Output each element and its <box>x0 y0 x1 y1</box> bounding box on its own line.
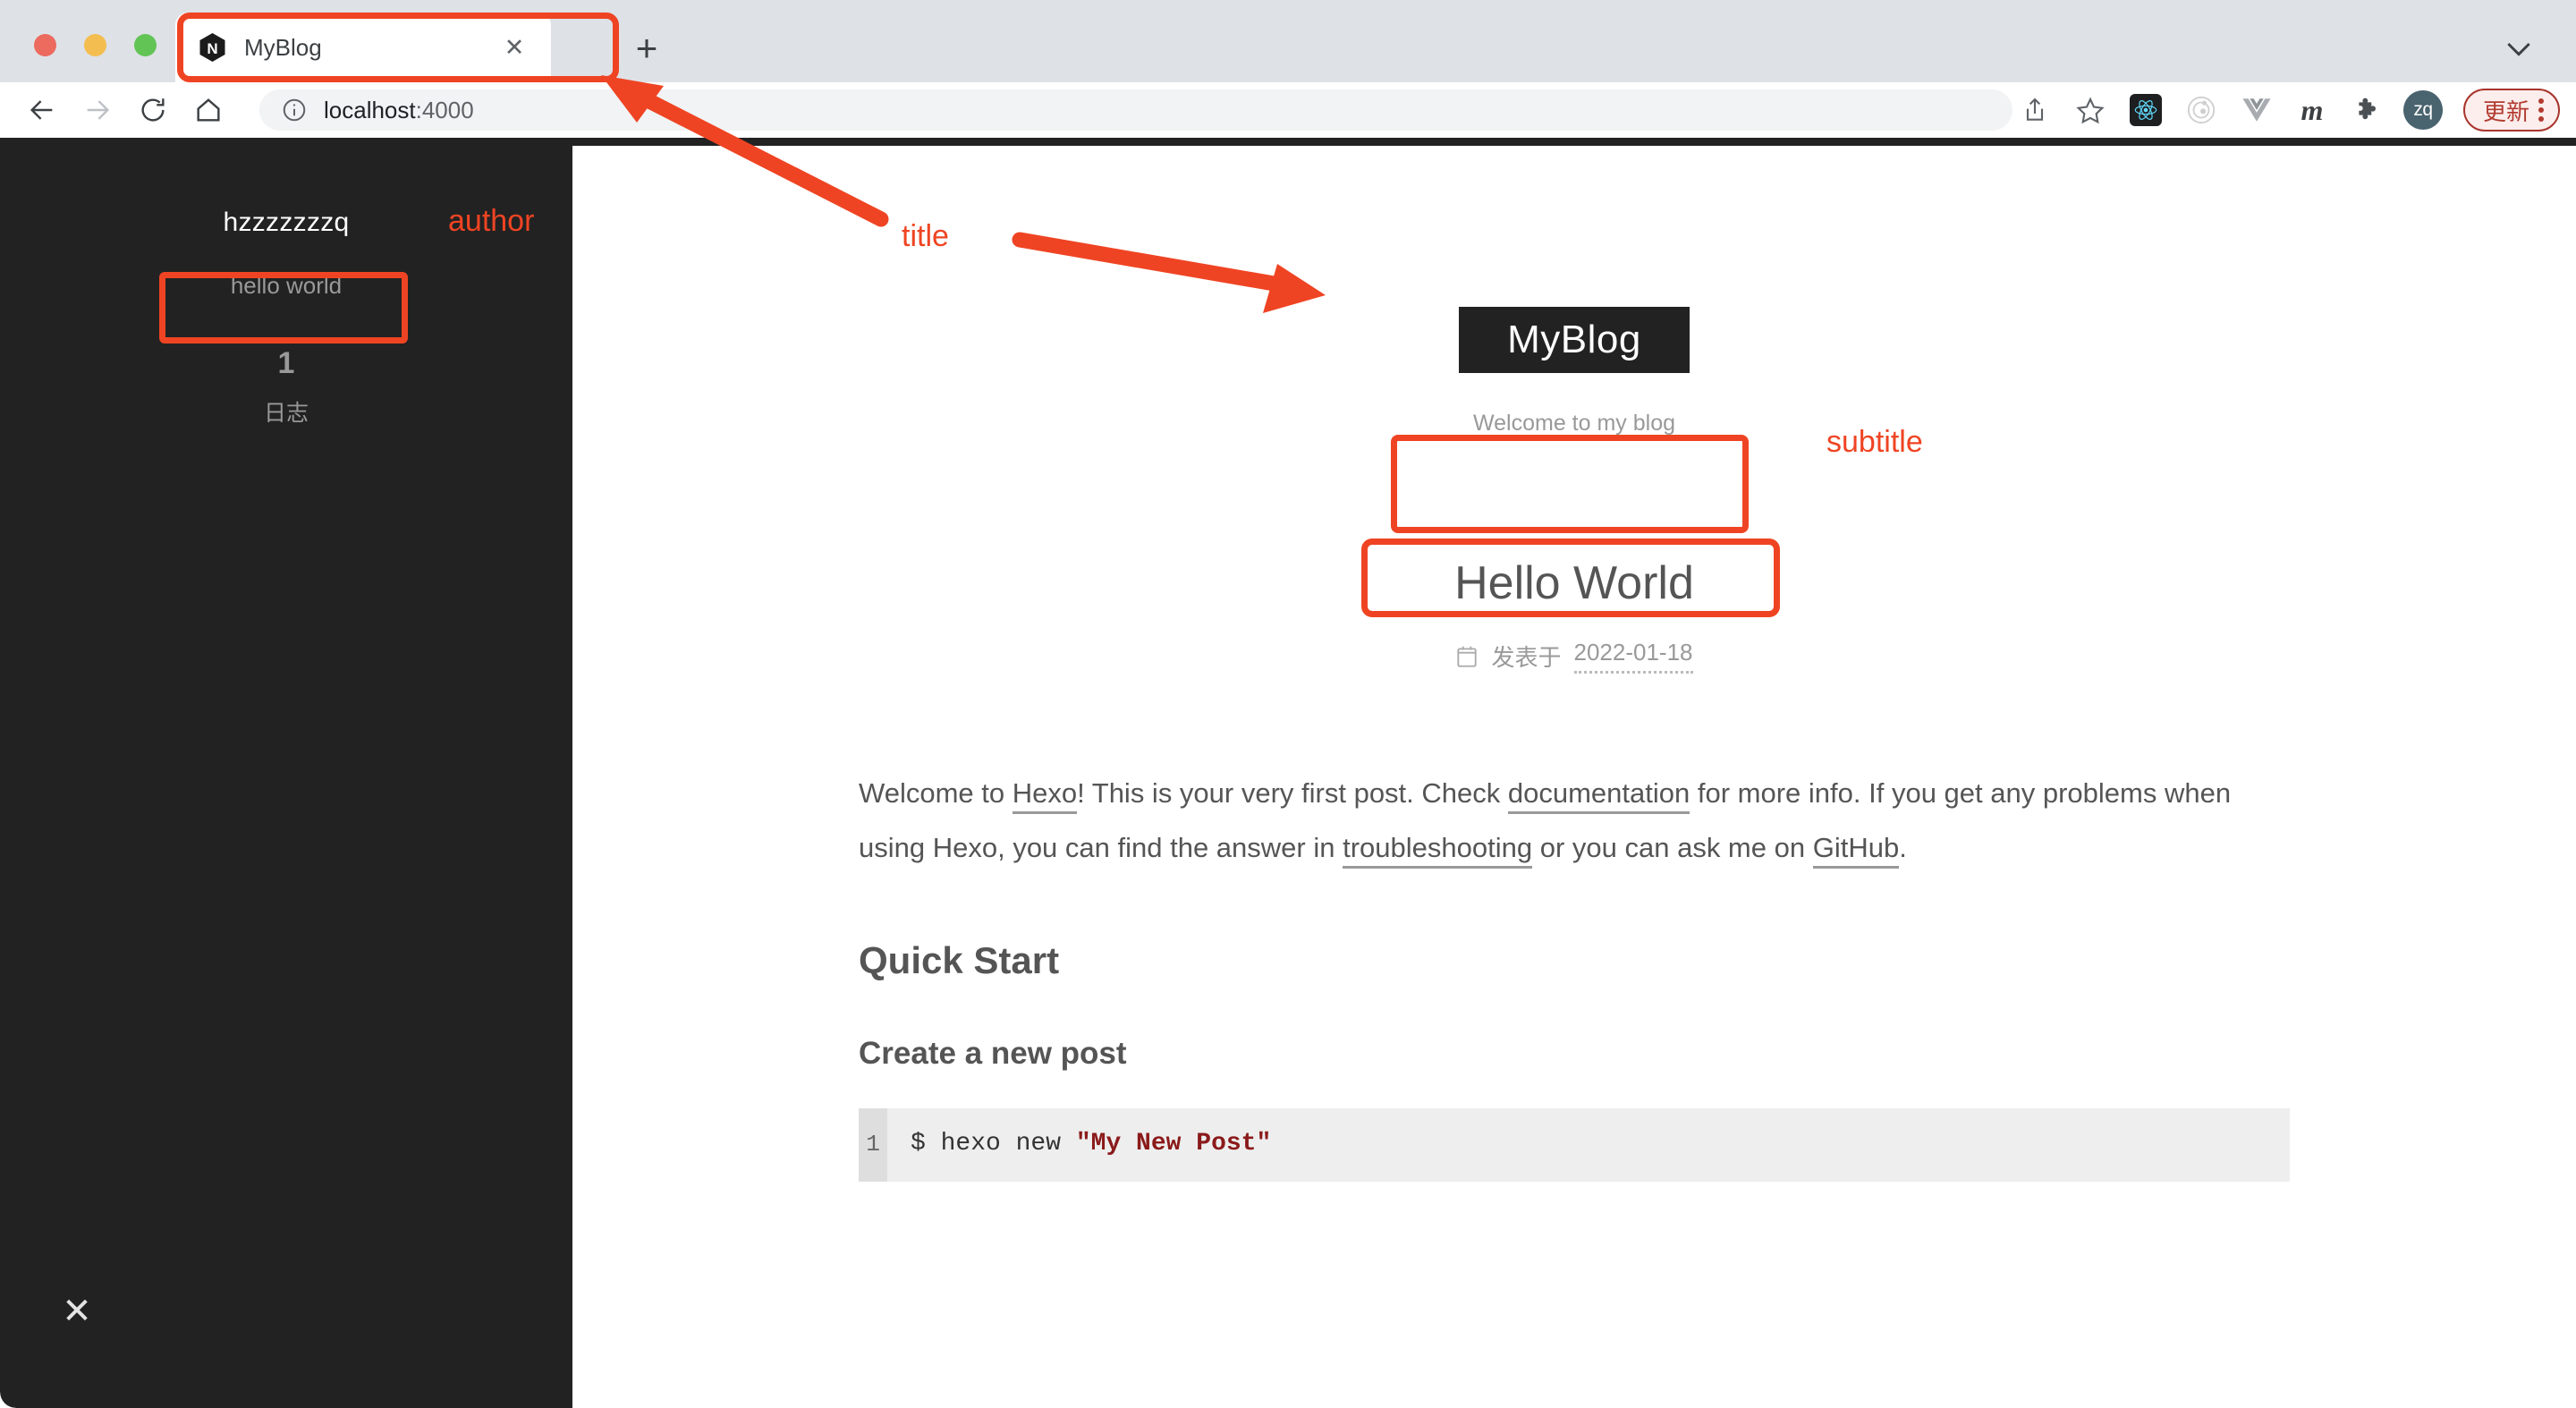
tab-title: MyBlog <box>244 33 322 61</box>
post-meta-prefix: 发表于 <box>1491 644 1562 671</box>
navigation-buttons <box>14 82 236 138</box>
minimize-window-button[interactable] <box>84 34 106 56</box>
profile-avatar[interactable]: zq <box>2395 82 2451 138</box>
page-content: MyBlog Welcome to my blog Hello World 发表… <box>572 146 2576 1408</box>
update-label: 更新 <box>2482 98 2529 125</box>
new-tab-button[interactable]: + <box>626 29 667 70</box>
site-subtitle: Welcome to my blog <box>1472 411 1675 436</box>
sidebar-profile: hzzzzzzzq hello world 1 日志 <box>0 138 572 428</box>
code-line-content: $ hexo new "My New Post" <box>887 1108 2290 1182</box>
page-viewport: hzzzzzzzq hello world 1 日志 ✕ MyBlog Welc… <box>0 138 2576 1408</box>
post-title[interactable]: Hello World <box>572 556 2576 610</box>
address-port: :4000 <box>415 96 474 123</box>
site-title[interactable]: MyBlog <box>1459 307 1690 373</box>
sidebar-close-button[interactable]: ✕ <box>55 1292 98 1335</box>
link-github[interactable]: GitHub <box>1812 831 1900 869</box>
heading-quick-start: Quick Start <box>859 938 1060 981</box>
toolbar-actions: m zq 更新 <box>2007 82 2560 138</box>
react-icon[interactable] <box>2118 82 2174 138</box>
para-text-2: ! This is your very first post. Check <box>1077 777 1508 809</box>
heading-create-a-new-post: Create a new post <box>859 1035 1127 1071</box>
code-command: $ hexo new <box>911 1130 1076 1158</box>
forward-arrow-icon[interactable] <box>70 82 125 138</box>
sidebar-author-name: hzzzzzzzq <box>223 208 350 237</box>
post-meta: 发表于 2022-01-18 <box>572 639 2576 674</box>
window-traffic-lights <box>34 34 157 56</box>
kebab-menu-icon[interactable] <box>2538 98 2544 122</box>
para-text-1: Welcome to <box>859 777 1013 809</box>
post-paragraph: Welcome to Hexo! This is your very first… <box>859 767 2290 876</box>
hexo-n-icon: N <box>199 32 226 63</box>
home-icon[interactable] <box>181 82 236 138</box>
medium-m-icon[interactable]: m <box>2284 82 2340 138</box>
site-info-icon[interactable] <box>281 97 308 123</box>
svg-text:N: N <box>207 40 217 57</box>
link-documentation[interactable]: documentation <box>1507 777 1690 814</box>
sidebar-post-count-label: 日志 <box>263 401 309 426</box>
update-button[interactable]: 更新 <box>2462 89 2560 131</box>
address-bar-url: localhost:4000 <box>324 97 474 124</box>
link-hexo[interactable]: Hexo <box>1012 777 1078 814</box>
tab-strip: N MyBlog ✕ + <box>0 0 2576 82</box>
sidebar-post-count: 1 <box>277 346 295 380</box>
para-text-5: . <box>1899 831 1907 863</box>
address-bar[interactable]: localhost:4000 <box>259 89 2012 131</box>
reload-icon[interactable] <box>125 82 181 138</box>
close-window-button[interactable] <box>34 34 56 56</box>
avatar-initials: zq <box>2402 90 2443 130</box>
vue-icon[interactable] <box>2229 82 2284 138</box>
chevron-down-icon[interactable] <box>2501 30 2537 66</box>
browser-window: N MyBlog ✕ + localhost:4000 m zq 更新 hzzz… <box>0 0 2576 1408</box>
post-body: Welcome to Hexo! This is your very first… <box>859 674 2290 1182</box>
site-sidebar: hzzzzzzzq hello world 1 日志 ✕ <box>0 138 572 1408</box>
close-tab-button[interactable]: ✕ <box>501 34 528 61</box>
star-icon[interactable] <box>2063 82 2118 138</box>
back-arrow-icon[interactable] <box>14 82 70 138</box>
calendar-icon <box>1455 644 1479 669</box>
post-date: 2022-01-18 <box>1573 639 1693 674</box>
orbit-icon[interactable] <box>2174 82 2229 138</box>
share-icon[interactable] <box>2007 82 2063 138</box>
browser-toolbar: localhost:4000 m zq 更新 <box>0 82 2576 138</box>
code-block[interactable]: 1 $ hexo new "My New Post" <box>859 1107 2290 1182</box>
puzzle-icon[interactable] <box>2340 82 2395 138</box>
link-troubleshooting[interactable]: troubleshooting <box>1343 831 1533 869</box>
code-string-literal: "My New Post" <box>1075 1130 1272 1158</box>
browser-tab[interactable]: N MyBlog ✕ <box>175 13 551 82</box>
address-host: localhost <box>324 96 416 123</box>
para-text-4: or you can ask me on <box>1532 831 1813 863</box>
site-brand: MyBlog <box>572 307 2576 373</box>
sidebar-description: hello world <box>230 272 343 299</box>
maximize-window-button[interactable] <box>134 34 157 56</box>
code-line-number: 1 <box>859 1107 887 1182</box>
